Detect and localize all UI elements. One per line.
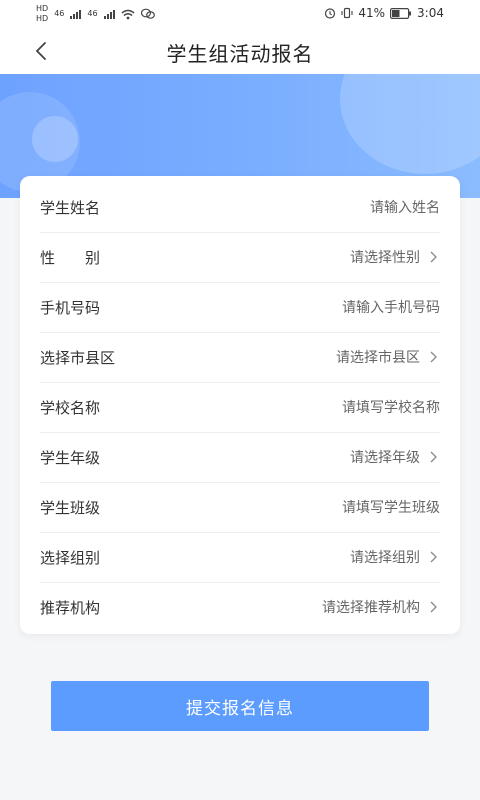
group-placeholder: 请选择组别 — [350, 550, 420, 566]
page-title: 学生组活动报名 — [166, 42, 314, 66]
form-row-district[interactable]: 选择市县区 请选择市县区 — [40, 332, 440, 383]
battery-percent: 41% — [358, 6, 386, 20]
chevron-right-icon — [430, 551, 437, 563]
signal-icon-2 — [103, 9, 115, 19]
gender-placeholder: 请选择性别 — [350, 250, 420, 266]
form-label: 手机号码 — [40, 298, 101, 317]
banner-decoration-circle-large — [340, 74, 480, 174]
form-label: 选择组别 — [40, 548, 101, 567]
form-row-gender[interactable]: 性 别 请选择性别 — [40, 232, 440, 283]
clock: 3:04 — [417, 6, 444, 20]
institution-placeholder: 请选择推荐机构 — [322, 600, 420, 616]
wechat-icon — [140, 8, 155, 19]
chevron-right-icon — [430, 601, 437, 613]
form-row-group[interactable]: 选择组别 请选择组别 — [40, 532, 440, 583]
status-bar: HD HD 46 46 41% 3:04 — [0, 0, 480, 28]
chevron-right-icon — [430, 251, 437, 263]
vibrate-icon — [341, 7, 353, 19]
form-label: 学生姓名 — [40, 198, 101, 217]
submit-button[interactable]: 提交报名信息 — [51, 681, 429, 731]
gender-select[interactable]: 请选择性别 — [350, 247, 440, 267]
class-placeholder: 请填写学生班级 — [342, 500, 440, 516]
chevron-right-icon — [430, 351, 437, 363]
grade-placeholder: 请选择年级 — [350, 450, 420, 466]
grade-select[interactable]: 请选择年级 — [350, 447, 440, 467]
district-select[interactable]: 请选择市县区 — [336, 347, 440, 367]
name-input[interactable]: 请输入姓名 — [370, 197, 440, 217]
chevron-right-icon — [430, 451, 437, 463]
form-row-phone[interactable]: 手机号码 请输入手机号码 — [40, 282, 440, 333]
form-label: 学生班级 — [40, 498, 101, 517]
form-row-class[interactable]: 学生班级 请填写学生班级 — [40, 482, 440, 533]
wifi-icon — [121, 9, 135, 19]
registration-form: 学生姓名 请输入姓名 性 别 请选择性别 手机号码 请输入手机号码 选择市县区 … — [20, 176, 460, 634]
status-left: HD HD 46 46 — [36, 5, 155, 23]
form-label: 推荐机构 — [40, 598, 101, 617]
institution-select[interactable]: 请选择推荐机构 — [322, 597, 440, 617]
school-input[interactable]: 请填写学校名称 — [342, 397, 440, 417]
district-placeholder: 请选择市县区 — [336, 350, 420, 366]
class-input[interactable]: 请填写学生班级 — [342, 497, 440, 517]
nav-bar: 学生组活动报名 — [0, 28, 480, 74]
phone-placeholder: 请输入手机号码 — [342, 300, 440, 316]
network-label-1: 46 — [54, 9, 65, 18]
form-row-school[interactable]: 学校名称 请填写学校名称 — [40, 382, 440, 433]
hd-label-2: HD — [36, 14, 49, 23]
form-row-institution[interactable]: 推荐机构 请选择推荐机构 — [40, 582, 440, 632]
alarm-icon — [325, 8, 336, 19]
form-row-name[interactable]: 学生姓名 请输入姓名 — [40, 182, 440, 233]
form-label: 学生年级 — [40, 448, 101, 467]
name-placeholder: 请输入姓名 — [370, 200, 440, 216]
group-select[interactable]: 请选择组别 — [350, 547, 440, 567]
network-label-2: 46 — [87, 9, 98, 18]
battery-icon — [390, 7, 412, 19]
hd-indicator: HD HD — [36, 5, 48, 23]
hd-label-1: HD — [36, 4, 49, 13]
signal-icon — [70, 9, 82, 19]
status-right: 41% 3:04 — [324, 6, 444, 20]
banner-decoration-circle-small — [32, 116, 78, 162]
school-placeholder: 请填写学校名称 — [342, 400, 440, 416]
form-label: 性 别 — [40, 248, 101, 267]
form-row-grade[interactable]: 学生年级 请选择年级 — [40, 432, 440, 483]
phone-input[interactable]: 请输入手机号码 — [342, 297, 440, 317]
form-label: 选择市县区 — [40, 348, 116, 367]
form-label: 学校名称 — [40, 398, 101, 417]
